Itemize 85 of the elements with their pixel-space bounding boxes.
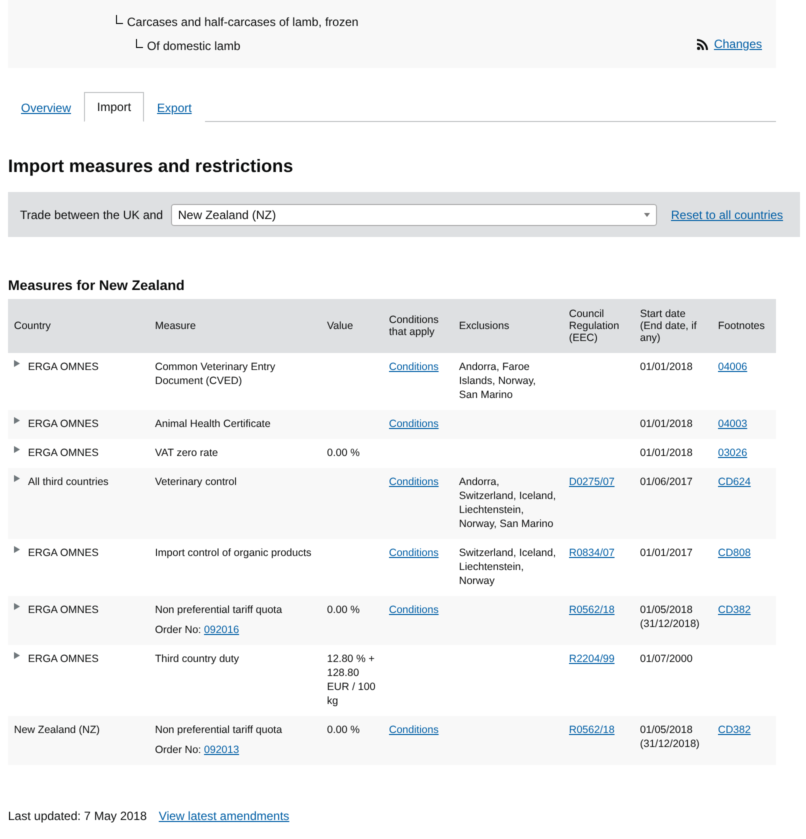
table-cell: ERGA OMNES [28,446,99,460]
rss-icon [696,38,708,50]
tree-elbow-icon [116,14,123,24]
footnote-link[interactable]: 04006 [718,361,748,373]
amendments-link[interactable]: View latest amendments [158,809,290,823]
table-cell: 0.00 % [327,724,360,736]
table-cell-text: 01/07/2000 [640,652,694,666]
table-cell-text: (31/12/2018) [640,737,701,751]
table-cell-text: 01/01/2018 [640,446,694,460]
footnote-link[interactable]: CD382 [718,724,751,736]
table-cell-text: 01/01/2017 [640,546,694,560]
table-cell: New Zealand (NZ) [14,723,100,737]
breadcrumb-text: Carcases and half-carcases of lamb, frozen [127,15,358,29]
regulation-link[interactable]: R0834/07 [569,547,615,559]
table-cell: Non preferential tariff quota [155,604,282,616]
table-cell-text: 01/05/2018 [640,723,694,737]
conditions-link[interactable]: Conditions [389,547,439,559]
column-header: Country [8,299,149,353]
regulation-link[interactable]: R0562/18 [569,724,615,736]
expand-icon[interactable] [14,652,20,659]
table-cell: VAT zero rate [155,447,218,459]
conditions-link[interactable]: Conditions [389,418,439,430]
conditions-link[interactable]: Conditions [389,604,439,616]
order-number-link[interactable]: 092013 [204,744,240,756]
filter-label: Trade between the UK and [20,208,163,222]
table-cell-text: 01/01/2018 [640,360,694,374]
table-cell: Third country duty [155,653,240,665]
caret-icon [644,212,650,216]
table-cell: Andorra, Switzerland, Iceland, Liechtenstein, Norway, San Marino [459,476,556,530]
expand-icon[interactable] [14,546,20,553]
table-cell-text: 01/05/2018 [640,603,694,617]
expand-icon[interactable] [14,475,20,482]
footnote-link[interactable]: CD624 [718,476,751,488]
column-header: Council Regulation (EEC) [563,299,634,353]
order-number-link[interactable]: 092016 [204,624,240,636]
column-header: Footnotes [712,299,776,353]
table-cell: ERGA OMNES [28,360,99,374]
section-heading: Measures for New Zealand [8,277,186,293]
regulation-link[interactable]: D0275/07 [569,476,615,488]
table-cell: ERGA OMNES [28,603,99,617]
conditions-link[interactable]: Conditions [389,476,439,488]
table-cell: Import control of organic products [155,547,312,559]
page-heading: Import measures and restrictions [8,156,294,177]
table-cell: Andorra, Faroe Islands, Norway, San Marino [459,361,536,401]
table-cell: ERGA OMNES [28,652,99,666]
table-cell: 12.80 % + 128.80 EUR / 100 kg [327,653,376,707]
regulation-link[interactable]: R2204/99 [569,653,615,665]
footnote-link[interactable]: 03026 [718,447,748,459]
tab[interactable]: Import [84,92,144,122]
table-cell: 0.00 % [327,604,360,616]
column-header: Start date (End date, if any) [634,299,712,353]
last-updated-text: Last updated: 7 May 2018 [8,809,147,823]
country-select[interactable]: New Zealand (NZ) [170,204,657,226]
reset-link[interactable]: Reset to all countries [670,208,784,222]
table-cell: 0.00 % [327,447,360,459]
changes-link[interactable]: Changes [714,37,762,51]
order-label: Order No: [155,744,202,756]
table-cell: Switzerland, Iceland, Liechtenstein, Norway [459,547,556,587]
table-cell-text: 01/06/2017 [640,475,694,489]
table-cell: ERGA OMNES [28,546,99,560]
table-cell-text: 01/01/2018 [640,417,694,431]
table-cell: All third countries [28,475,109,489]
conditions-link[interactable]: Conditions [389,724,439,736]
table-cell: Non preferential tariff quota [155,724,282,736]
footnote-link[interactable]: 04003 [718,418,748,430]
expand-icon[interactable] [14,603,20,610]
table-cell: Animal Health Certificate [155,418,271,430]
breadcrumb-text: Of domestic lamb [147,39,240,53]
regulation-link[interactable]: R0562/18 [569,604,615,616]
table-cell: Veterinary control [155,476,237,488]
order-label: Order No: [155,624,202,636]
footnote-link[interactable]: CD808 [718,547,751,559]
table-cell: Common Veterinary Entry Document (CVED) [155,361,276,387]
expand-icon[interactable] [14,417,20,424]
column-header: Exclusions [453,299,563,353]
expand-icon[interactable] [14,360,20,367]
column-header: Conditions that apply [383,299,453,353]
tree-elbow-icon [136,38,143,48]
expand-icon[interactable] [14,446,20,453]
table-cell-text: (31/12/2018) [640,617,701,631]
conditions-link[interactable]: Conditions [389,361,439,373]
column-header: Value [321,299,383,353]
column-header: Measure [149,299,321,353]
footnote-link[interactable]: CD382 [718,604,751,616]
table-cell: ERGA OMNES [28,417,99,431]
